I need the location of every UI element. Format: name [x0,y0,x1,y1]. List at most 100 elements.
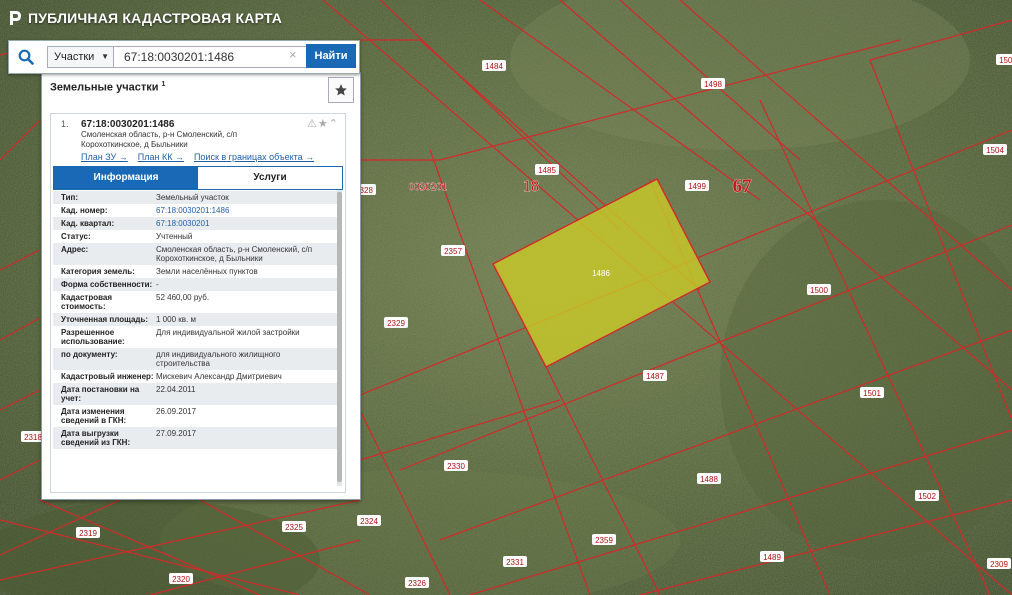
app-header: ПУБЛИЧНАЯ КАДАСТРОВАЯ КАРТА [8,10,282,26]
parcel-label-text: 1500 [810,286,828,295]
parcel-label[interactable]: 1504 [983,144,1007,155]
property-key: Дата постановки на учет: [61,385,140,403]
parcel-label-text: 2331 [506,558,524,567]
favorite-button[interactable] [328,77,354,103]
property-key: Кад. квартал: [61,219,115,228]
chevron-up-icon[interactable]: ⌃ [329,118,339,130]
property-value-link[interactable]: 67:18:0030201:1486 [156,206,336,215]
parcel-label[interactable]: 2325 [282,521,306,532]
clear-icon[interactable]: × [289,47,297,62]
parcel-label-text: 2320 [172,575,190,584]
parcel-label-text: 2357 [444,247,462,256]
property-value: для индивидуального жилищного строительс… [156,350,281,368]
plan-kk-link[interactable]: План КК → [138,152,184,162]
parcel-label[interactable]: 1489 [760,551,784,562]
parcel-label-text: 1499 [688,182,706,191]
parcel-label[interactable]: 2326 [405,577,429,588]
search-icon[interactable] [9,41,43,73]
parcel-label[interactable]: 2324 [357,515,381,526]
scrollbar[interactable] [337,190,342,486]
parcel-label-text: 1503 [999,56,1012,65]
parcel-label[interactable]: 1501 [860,387,884,398]
property-key: Категория земель: [61,267,135,276]
property-key: Кадастровая стоимость: [61,293,113,311]
parcel-label-text: 1484 [485,62,503,71]
tab-services[interactable]: Услуги [198,167,342,189]
scrollbar-thumb[interactable] [337,192,342,482]
result-count: 1 [161,81,166,88]
parcel-label-text: 2326 [408,579,426,588]
chevron-down-icon: ▼ [101,52,109,61]
parcel-label-text: 2330 [447,462,465,471]
parcel-label[interactable]: 2330 [444,460,468,471]
result-links: План ЗУ → План КК → Поиск в границах объ… [81,152,314,162]
card-actions: ⚠★⌃ [307,117,339,130]
parcel-label[interactable]: 2320 [169,573,193,584]
parcel-label-text: 2329 [387,319,405,328]
result-address: Смоленская область, р-н Смоленский, с/п … [81,130,238,149]
parcel-label[interactable]: 1487 [643,370,667,381]
property-value: Земельный участок [156,193,229,202]
parcel-label-text: 2319 [79,529,97,538]
parcel-label[interactable]: 2331 [503,556,527,567]
parcel-label[interactable]: 2359 [592,534,616,545]
property-value: Земли населённых пунктов [156,267,258,276]
parcel-label-text: 2309 [990,560,1008,569]
search-in-bounds-link[interactable]: Поиск в границах объекта → [194,152,314,162]
results-panel: Земельные участки 1 1. 67:18:0030201:148… [41,72,361,500]
property-key: Кад. номер: [61,206,108,215]
property-key: Статус: [61,232,91,241]
parcel-label[interactable]: 1484 [482,60,506,71]
parcel-label[interactable]: 1500 [807,284,831,295]
region-label: 67 [733,176,753,197]
panel-title: Земельные участки 1 [50,81,165,94]
property-row: Категория земель: Земли населённых пункто… [53,265,339,278]
parcel-label[interactable]: 1502 [915,490,939,501]
warning-icon[interactable]: ⚠ [307,118,318,130]
property-row: Дата выгрузки сведений из ГКН: 27.09.2017 [53,427,339,449]
parcel-label[interactable]: 1488 [697,473,721,484]
property-key: по документу: [61,350,118,359]
property-value: Смоленская область, р-н Смоленский, с/п … [156,245,313,263]
parcel-label[interactable]: 1485 [535,164,559,175]
parcel-label[interactable]: 2309 [987,558,1011,569]
parcel-label[interactable]: 2329 [384,317,408,328]
result-card: 1. 67:18:0030201:1486 Смоленская область… [50,113,346,493]
app-title: ПУБЛИЧНАЯ КАДАСТРОВАЯ КАРТА [28,10,283,26]
search-input[interactable] [113,46,314,68]
property-row: Тип: Земельный участок [53,191,339,204]
property-row: Дата изменения сведений в ГКН: 26.09.2017 [53,405,339,427]
property-value-link[interactable]: 67:18:0030201 [156,219,336,228]
property-table: Тип: Земельный участок Кад. номер: 67:18:00… [53,191,339,449]
property-row: Статус: Учтенный [53,230,339,243]
property-key: Тип: [61,193,78,202]
star-icon[interactable]: ★ [318,118,329,130]
parcel-label-text: 1485 [538,166,556,175]
property-row: Адрес: Смоленская область, р-н Смоленский… [53,243,339,265]
parcel-label-text: 2359 [595,536,613,545]
property-row: Разрешенное использование: Для индивидуал… [53,326,339,348]
search-type-select[interactable]: Участки ▼ [47,46,115,68]
property-row: Кадастровый инженер: Мискевич Александр Д… [53,370,339,383]
parcel-label-text: 2324 [360,517,378,526]
property-row: Дата постановки на учет: 22.04.2011 [53,383,339,405]
property-row: Кад. номер: 67:18:0030201:1486 [53,204,339,217]
result-cadastral-number[interactable]: 67:18:0030201:1486 [81,119,174,130]
parcel-label[interactable]: 1498 [701,78,725,89]
property-row: по документу: для индивидуального жилищно… [53,348,339,370]
find-button[interactable]: Найти [306,44,356,68]
parcel-label[interactable]: 2357 [441,245,465,256]
search-bar: Участки ▼ × Найти [8,40,360,74]
parcel-label-text: 2318 [24,433,42,442]
property-key: Разрешенное использование: [61,328,125,346]
parcel-label-text: 1501 [863,389,881,398]
parcel-label-text: 1489 [763,553,781,562]
plan-zu-link[interactable]: План ЗУ → [81,152,128,162]
tab-info[interactable]: Информация [54,167,198,189]
parcel-label[interactable]: 2319 [76,527,100,538]
result-tabs: Информация Услуги [53,166,343,190]
property-value: 1 000 кв. м [156,315,196,324]
property-row: Форма собственности: - [53,278,339,291]
parcel-label[interactable]: 1499 [685,180,709,191]
parcel-label[interactable]: 1503 [996,54,1012,65]
